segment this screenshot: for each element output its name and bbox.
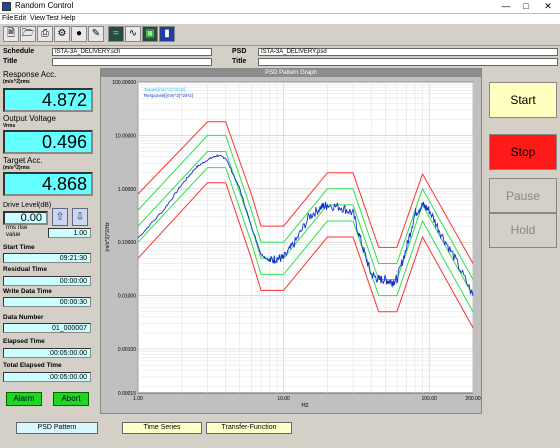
total-elapsed-label: Total Elapsed Time: [3, 362, 62, 369]
stop-button[interactable]: Stop: [489, 134, 557, 170]
y-axis-label: (m/s^2)^2/Hz: [105, 222, 111, 252]
write-time-label: Write Data Time: [3, 288, 52, 295]
psd-graph-panel: PSD Pattern Graph 1.00 10.00 100.00 200.00 1…: [100, 68, 482, 414]
response-unit: (m/s^2)rms: [3, 79, 30, 85]
menu-file[interactable]: File: [2, 15, 13, 22]
x-tick-label: 10.00: [277, 396, 290, 402]
output-section: Output Voltage Vrms: [3, 114, 95, 129]
target-section: Target Acc. (m/s^2)rms: [3, 156, 95, 171]
info-bar: Schedule ISTA-3A_DELIVERY.sch Title PSD …: [0, 46, 560, 68]
open-folder-icon[interactable]: 🗁: [20, 26, 36, 42]
left-panel: Response Acc. (m/s^2)rms 4.872 Output Vo…: [0, 68, 96, 414]
rms-rise-value[interactable]: 1.00: [48, 228, 91, 238]
tab-transfer-function[interactable]: Transfer-Function: [206, 422, 292, 434]
psd-title-label: Title: [232, 58, 247, 65]
monitor-icon[interactable]: ▣: [142, 26, 158, 42]
output-label: Output Voltage: [3, 114, 56, 123]
y-tick-label: 0.00100: [118, 347, 136, 353]
response-label: Response Acc.: [3, 70, 57, 79]
y-tick-label: 0.01000: [118, 294, 136, 300]
start-button[interactable]: Start: [489, 82, 557, 118]
legend-target: Target[(m/s^2)^2/Hz]: [144, 87, 185, 92]
y-tick-label: 10.00000: [115, 133, 136, 139]
title-label: Title: [3, 58, 18, 65]
app-icon: [2, 2, 11, 11]
drive-value: 0.00: [3, 211, 48, 225]
target-value: 4.868: [3, 172, 93, 196]
settings-icon[interactable]: ⚙: [54, 26, 70, 42]
menu-help[interactable]: Help: [61, 15, 75, 22]
hold-button[interactable]: Hold: [489, 212, 557, 248]
schedule-field[interactable]: ISTA-3A_DELIVERY.sch: [52, 48, 212, 56]
y-tick-label: 100.00000: [112, 80, 136, 86]
graph-header: PSD Pattern Graph: [101, 69, 481, 77]
print-icon[interactable]: ⎙: [37, 26, 53, 42]
down-arrow-icon[interactable]: ⇩: [72, 208, 88, 226]
rms-rise-label: rms rise: [6, 225, 28, 231]
write-time-value: 00:00:30: [3, 297, 91, 307]
y-tick-label: 0.10000: [118, 240, 136, 246]
tool-icon[interactable]: ✎: [88, 26, 104, 42]
menu-edit[interactable]: Edit: [14, 15, 26, 22]
target-unit: (m/s^2)rms: [3, 165, 30, 171]
residual-time-value: 00:00:00: [3, 276, 91, 286]
up-arrow-icon[interactable]: ⇧: [52, 208, 68, 226]
menu-view[interactable]: View: [30, 15, 45, 22]
graph-view-icon[interactable]: ≈: [108, 26, 124, 42]
elapsed-time-value: 00:05:00.00: [3, 348, 91, 358]
menu-test[interactable]: Test: [46, 15, 59, 22]
x-axis-label: Hz: [301, 403, 308, 409]
legend-response: Response[(m/s^2)^2/Hz]: [144, 93, 193, 98]
target-label: Target Acc.: [3, 156, 43, 165]
new-file-icon[interactable]: 🗎: [3, 26, 19, 42]
data-number-label: Data Number: [3, 314, 44, 321]
pause-button[interactable]: Pause: [489, 178, 557, 214]
residual-time-label: Residual Time: [3, 266, 47, 273]
title-bar: Random Control — □ ✕: [0, 0, 560, 14]
total-elapsed-value: 00:05:00.00: [3, 372, 91, 382]
window-title: Random Control: [15, 1, 74, 10]
abort-button[interactable]: Abort: [53, 392, 89, 406]
bottom-bar: PSD Pattern Time Series Transfer-Functio…: [0, 414, 560, 448]
bar-chart-icon[interactable]: ▮: [159, 26, 175, 42]
y-tick-label: 0.00015: [118, 391, 136, 397]
start-time-value: 09:21:30: [3, 253, 91, 263]
x-tick-label: 200.00: [465, 396, 481, 402]
right-panel: Start Stop Pause Hold: [484, 68, 560, 414]
maximize-icon[interactable]: □: [516, 0, 536, 13]
tab-time-series[interactable]: Time Series: [122, 422, 202, 434]
psd-field[interactable]: ISTA-3A_DELIVERY.psd: [258, 48, 558, 56]
menu-bar: File Edit View Test Help: [0, 14, 560, 24]
toolbar: 🗎 🗁 ⎙ ⚙ ● ✎ ≈ ∿ ▣ ▮: [0, 24, 560, 46]
app-window: Random Control — □ ✕ File Edit View Test…: [0, 0, 560, 448]
alarm-button[interactable]: Alarm: [6, 392, 42, 406]
start-time-label: Start Time: [3, 244, 35, 251]
schedule-label: Schedule: [3, 48, 35, 55]
rms-rise-value-label: value: [6, 232, 21, 238]
output-unit: Vrms: [3, 123, 16, 129]
psd-chart: 1.00 10.00 100.00 200.00100.0000010.000001.…: [101, 77, 481, 413]
tab-psd-pattern[interactable]: PSD Pattern: [16, 422, 98, 434]
title-field[interactable]: [52, 58, 212, 66]
psd-title-field[interactable]: [258, 58, 558, 66]
response-section: Response Acc. (m/s^2)rms: [3, 70, 95, 85]
output-value: 0.496: [3, 130, 93, 154]
elapsed-time-label: Elapsed Time: [3, 338, 45, 345]
psd-label: PSD: [232, 48, 247, 55]
signal-icon[interactable]: ●: [71, 26, 87, 42]
close-icon[interactable]: ✕: [538, 0, 558, 13]
y-tick-label: 1.00000: [118, 187, 136, 193]
x-tick-label: 100.00: [422, 396, 438, 402]
wave-icon[interactable]: ∿: [125, 26, 141, 42]
minimize-icon[interactable]: —: [496, 0, 516, 13]
response-value: 4.872: [3, 88, 93, 112]
data-number-value: 01_000007: [3, 323, 91, 333]
